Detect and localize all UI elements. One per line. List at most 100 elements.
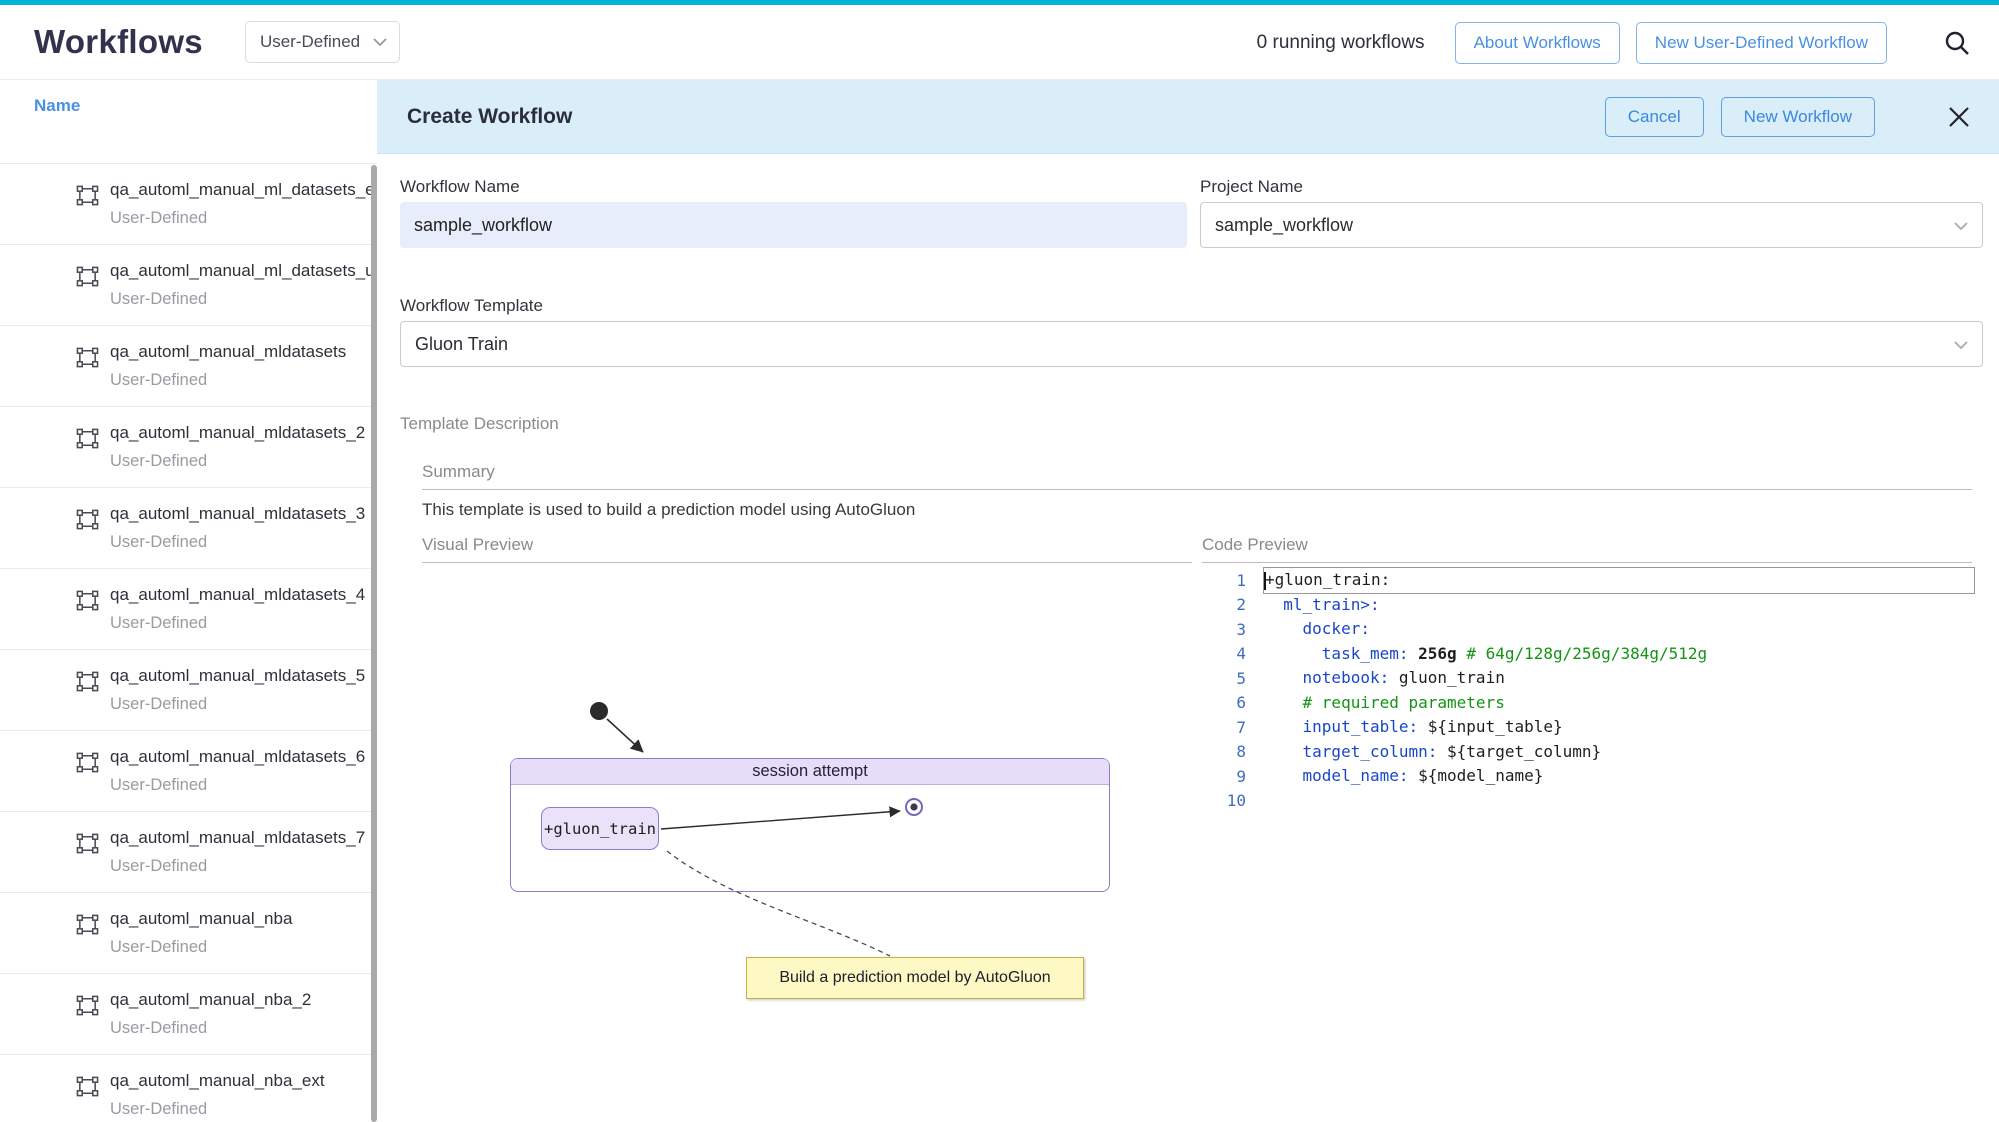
workflow-item-type: User-Defined: [110, 695, 377, 714]
workflow-item-type: User-Defined: [110, 209, 377, 228]
workflow-list-item[interactable]: qa_automl_manual_mldatasets User-Defined: [0, 325, 377, 406]
code-line[interactable]: 7 input_table: ${input_table}: [1202, 715, 1974, 740]
workflow-name-label: Workflow Name: [400, 177, 520, 197]
code-line[interactable]: 5 notebook: gluon_train: [1202, 666, 1974, 691]
workflow-item-name: qa_automl_manual_ml_datasets_u: [110, 261, 377, 281]
workflow-icon: [76, 508, 99, 531]
workflow-item-name: qa_automl_manual_mldatasets_7: [110, 828, 377, 848]
workflow-template-select[interactable]: Gluon Train: [400, 321, 1983, 367]
workflow-sidebar: Name qa_automl_manual_ml_datasets_e User…: [0, 80, 377, 1122]
line-number: 4: [1202, 644, 1264, 663]
workflow-icon: [76, 1075, 99, 1098]
workflow-icon: [76, 751, 99, 774]
line-number: 2: [1202, 595, 1264, 614]
code-line-text: model_name: ${model_name}: [1264, 764, 1974, 789]
workflow-item-name: qa_automl_manual_mldatasets_2: [110, 423, 377, 443]
workflow-list-item[interactable]: qa_automl_manual_mldatasets_4 User-Defin…: [0, 568, 377, 649]
new-user-defined-workflow-button[interactable]: New User-Defined Workflow: [1636, 22, 1887, 64]
visual-preview-label: Visual Preview: [422, 535, 1192, 563]
workflow-list-item[interactable]: qa_automl_manual_mldatasets_6 User-Defin…: [0, 730, 377, 811]
code-line[interactable]: 2 ml_train>:: [1202, 593, 1974, 618]
code-line-text: # required parameters: [1264, 691, 1974, 716]
gluon-train-task-node[interactable]: +gluon_train: [541, 807, 659, 850]
code-line[interactable]: 6 # required parameters: [1202, 691, 1974, 716]
line-number: 7: [1202, 718, 1264, 737]
line-number: 9: [1202, 767, 1264, 786]
line-number: 6: [1202, 693, 1264, 712]
diagram-note: Build a prediction model by AutoGluon: [746, 957, 1084, 999]
workflow-item-name: qa_automl_manual_nba: [110, 909, 377, 929]
workflow-type-filter-value: User-Defined: [260, 32, 360, 52]
code-preview-label: Code Preview: [1202, 535, 1972, 563]
workflow-item-name: qa_automl_manual_mldatasets_3: [110, 504, 377, 524]
workflow-list-item[interactable]: qa_automl_manual_nba_2 User-Defined: [0, 973, 377, 1054]
create-workflow-title: Create Workflow: [407, 105, 572, 129]
workflow-icon: [76, 589, 99, 612]
code-line-text: task_mem: 256g # 64g/128g/256g/384g/512g: [1264, 642, 1974, 667]
workflow-template-label: Workflow Template: [400, 296, 543, 316]
workflow-list-item[interactable]: qa_automl_manual_nba User-Defined: [0, 892, 377, 973]
workflow-item-type: User-Defined: [110, 1019, 377, 1038]
line-number: 10: [1202, 791, 1264, 810]
workflow-icon: [76, 265, 99, 288]
workflow-item-name: qa_automl_manual_mldatasets_5: [110, 666, 377, 686]
code-line[interactable]: 9 model_name: ${model_name}: [1202, 764, 1974, 789]
chevron-down-icon: [1954, 334, 1968, 355]
workflow-list-item[interactable]: qa_automl_manual_mldatasets_2 User-Defin…: [0, 406, 377, 487]
cancel-button[interactable]: Cancel: [1605, 97, 1704, 137]
create-workflow-header: Create Workflow Cancel New Workflow: [377, 80, 1999, 154]
workflow-icon: [76, 184, 99, 207]
workflow-name-input[interactable]: [400, 202, 1187, 248]
workflow-item-name: qa_automl_manual_mldatasets_4: [110, 585, 377, 605]
workflow-item-type: User-Defined: [110, 776, 377, 795]
workflow-list-item[interactable]: qa_automl_manual_mldatasets_5 User-Defin…: [0, 649, 377, 730]
about-workflows-button[interactable]: About Workflows: [1455, 22, 1620, 64]
workflow-icon: [76, 670, 99, 693]
line-number: 1: [1202, 571, 1264, 590]
code-line[interactable]: 3 docker:: [1202, 617, 1974, 642]
workflow-icon: [76, 346, 99, 369]
workflow-item-name: qa_automl_manual_ml_datasets_e: [110, 180, 377, 200]
code-line-text: ml_train>:: [1264, 593, 1974, 618]
workflow-item-type: User-Defined: [110, 614, 377, 633]
new-workflow-button[interactable]: New Workflow: [1721, 97, 1875, 137]
workflow-item-name: qa_automl_manual_nba_2: [110, 990, 377, 1010]
project-name-select[interactable]: sample_workflow: [1200, 202, 1983, 248]
create-workflow-actions: Cancel New Workflow: [1605, 80, 1875, 154]
chevron-down-icon: [373, 32, 387, 52]
start-node: [590, 702, 608, 720]
search-icon[interactable]: [1943, 29, 1971, 57]
close-icon[interactable]: [1945, 103, 1973, 131]
code-line-text: input_table: ${input_table}: [1264, 715, 1974, 740]
project-name-value: sample_workflow: [1215, 215, 1353, 236]
workflow-type-filter[interactable]: User-Defined: [245, 21, 400, 63]
workflow-list: qa_automl_manual_ml_datasets_e User-Defi…: [0, 163, 377, 1122]
workflow-list-item[interactable]: qa_automl_manual_nba_ext User-Defined: [0, 1054, 377, 1122]
workflow-item-name: qa_automl_manual_nba_ext: [110, 1071, 377, 1091]
code-line-text: [1264, 789, 1974, 814]
workflow-icon: [76, 994, 99, 1017]
workflows-page: Workflows User-Defined 0 running workflo…: [0, 0, 1999, 1122]
workflow-template-value: Gluon Train: [415, 334, 508, 355]
workflow-icon: [76, 832, 99, 855]
line-number: 8: [1202, 742, 1264, 761]
code-line-text: +gluon_train:: [1264, 568, 1974, 593]
code-line[interactable]: 1 +gluon_train:: [1202, 568, 1974, 593]
workflow-icon: [76, 913, 99, 936]
workflow-item-type: User-Defined: [110, 371, 377, 390]
summary-text: This template is used to build a predict…: [422, 500, 915, 520]
workflow-list-item[interactable]: qa_automl_manual_ml_datasets_u User-Defi…: [0, 244, 377, 325]
code-line[interactable]: 8 target_column: ${target_column}: [1202, 740, 1974, 765]
workflow-item-type: User-Defined: [110, 533, 377, 552]
summary-section-label: Summary: [422, 462, 1972, 490]
code-line[interactable]: 4 task_mem: 256g # 64g/128g/256g/384g/51…: [1202, 642, 1974, 667]
create-workflow-panel: Create Workflow Cancel New Workflow Work…: [377, 80, 1999, 1122]
workflow-item-type: User-Defined: [110, 938, 377, 957]
code-line-text: notebook: gluon_train: [1264, 666, 1974, 691]
code-editor[interactable]: 1 +gluon_train: 2 ml_train>: 3 docker: 4…: [1202, 568, 1974, 813]
project-name-label: Project Name: [1200, 177, 1303, 197]
workflow-list-item[interactable]: qa_automl_manual_ml_datasets_e User-Defi…: [0, 163, 377, 244]
workflow-list-item[interactable]: qa_automl_manual_mldatasets_3 User-Defin…: [0, 487, 377, 568]
workflow-list-item[interactable]: qa_automl_manual_mldatasets_7 User-Defin…: [0, 811, 377, 892]
code-line[interactable]: 10: [1202, 789, 1974, 814]
